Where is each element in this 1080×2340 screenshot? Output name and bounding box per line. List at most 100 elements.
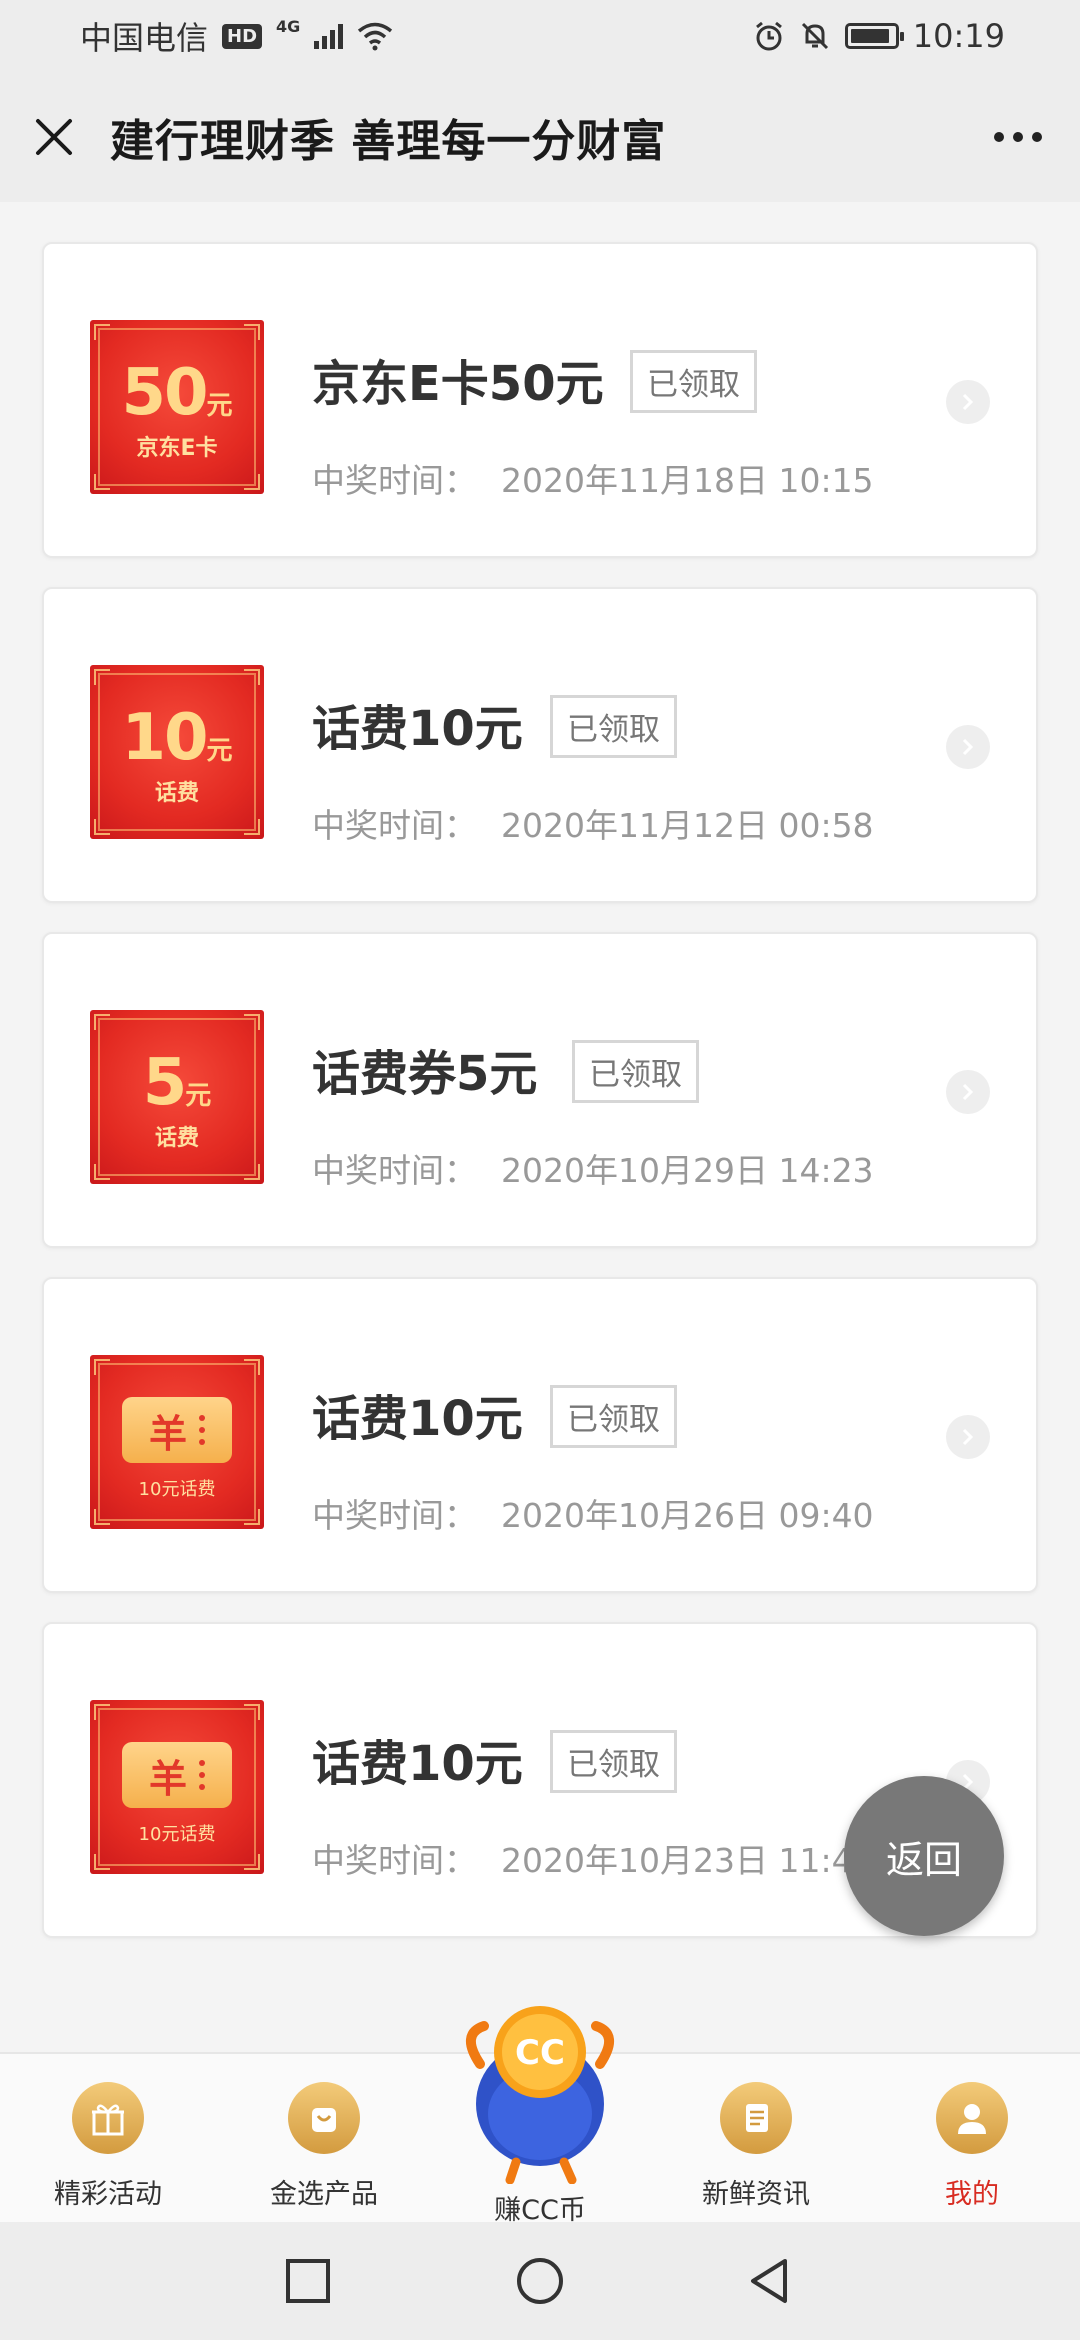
win-time-value: 2020年10月26日 09:40 (501, 1496, 874, 1535)
status-badge: 已领取 (550, 695, 677, 758)
prize-name: 话费券5元 (312, 1046, 538, 1102)
prize-image-number: 50 (121, 356, 208, 430)
tab-label: 新鲜资讯 (702, 2179, 810, 2210)
win-time-label: 中奖时间： (312, 461, 477, 500)
win-time-label: 中奖时间： (312, 1151, 477, 1190)
prize-card[interactable]: 50元 京东E卡 京东E卡50元 已领取 中奖时间： 2020年11月18日 10… (42, 242, 1038, 558)
frame-corner (244, 1359, 260, 1375)
prize-image-number: 10 (121, 701, 208, 775)
status-badge: 已领取 (550, 1385, 677, 1448)
frame-corner (94, 1704, 110, 1720)
prize-image-label: 京东E卡 (136, 436, 218, 461)
battery-icon (844, 23, 904, 49)
win-time: 中奖时间： 2020年10月29日 14:23 (312, 1144, 874, 1192)
win-time-label: 中奖时间： (312, 806, 477, 845)
prize-name: 话费10元 (312, 701, 523, 757)
status-bar: 中国电信 HD 4G 10:19 (0, 0, 1080, 72)
home-icon[interactable] (515, 2256, 565, 2306)
bottom-tab-bar: 精彩活动 金选产品 CC 赚CC币 新鲜资讯 我的 (0, 2006, 1080, 2226)
frame-corner (94, 1164, 110, 1180)
prize-image-amount: 50元 (90, 356, 264, 430)
title-bar: 建行理财季 善理每一分财富 (0, 72, 1080, 202)
frame-corner (244, 1509, 260, 1525)
page-title: 建行理财季 善理每一分财富 (110, 116, 667, 167)
alarm-icon (755, 21, 782, 51)
gift-icon (72, 2082, 144, 2154)
ticket-symbol: 羊 (148, 1411, 187, 1456)
hd-badge: HD (222, 23, 263, 49)
recent-apps-icon[interactable] (283, 2256, 333, 2306)
prize-card[interactable]: 5元 话费 话费券5元 已领取 中奖时间： 2020年10月29日 14:23 (42, 932, 1038, 1248)
ticket-dot (199, 1772, 205, 1778)
prize-image-label: 话费 (154, 1126, 199, 1151)
prize-image-jd-card: 50元 京东E卡 (90, 320, 264, 494)
ticket-dots (199, 1415, 205, 1445)
prize-card[interactable]: 羊 10元话费 话费10元 已领取 中奖时间： 2020年10月26日 09:40 (42, 1277, 1038, 1593)
bag-icon (288, 2082, 360, 2154)
tab-activities[interactable]: 精彩活动 (8, 2082, 208, 2211)
prize-image-label: 话费 (154, 781, 199, 806)
mascot-text: CC (515, 2033, 565, 2073)
system-nav-bar (0, 2222, 1080, 2340)
mute-icon (801, 22, 828, 50)
tab-mine[interactable]: 我的 (872, 2082, 1072, 2211)
ticket-symbol: 羊 (148, 1756, 187, 1801)
cc-mascot-icon[interactable]: CC (440, 1994, 640, 2184)
win-time-value: 2020年11月12日 00:58 (501, 806, 874, 845)
more-dot (1032, 132, 1042, 142)
win-time: 中奖时间： 2020年11月12日 00:58 (312, 799, 874, 847)
ticket-graphic: 羊 (122, 1397, 232, 1463)
win-time-value: 2020年10月29日 14:23 (501, 1151, 874, 1190)
status-left: 中国电信 HD 4G (80, 13, 393, 59)
detail-arrow-button[interactable] (946, 1415, 990, 1459)
close-button[interactable] (28, 111, 80, 163)
prize-image-unit: 元 (185, 1081, 212, 1111)
detail-arrow-button[interactable] (946, 1070, 990, 1114)
frame-corner (244, 324, 260, 340)
tab-label: 我的 (945, 2179, 999, 2210)
prize-image-phone-ticket: 羊 10元话费 (90, 1355, 264, 1529)
frame-corner (94, 1509, 110, 1525)
frame-corner (244, 1164, 260, 1180)
prize-name: 话费10元 (312, 1736, 523, 1792)
user-icon (936, 2082, 1008, 2154)
win-time-value: 2020年11月18日 10:15 (501, 461, 874, 500)
news-icon (720, 2082, 792, 2154)
more-button[interactable] (984, 122, 1052, 152)
battery-level (850, 29, 889, 43)
status-badge: 已领取 (630, 350, 757, 413)
ticket-dot (199, 1784, 205, 1790)
prize-image-amount: 10元 (90, 701, 264, 775)
win-time: 中奖时间： 2020年11月18日 10:15 (312, 454, 874, 502)
detail-arrow-button[interactable] (946, 725, 990, 769)
back-button[interactable]: 返回 (844, 1776, 1004, 1936)
frame-corner (244, 1704, 260, 1720)
prize-card[interactable]: 10元 话费 话费10元 已领取 中奖时间： 2020年11月12日 00:58 (42, 587, 1038, 903)
prize-name: 话费10元 (312, 1391, 523, 1447)
prize-image-unit: 元 (206, 391, 233, 421)
status-right: 10:19 (753, 17, 1005, 55)
status-badge: 已领取 (550, 1730, 677, 1793)
frame-corner (94, 324, 110, 340)
close-icon (36, 119, 72, 155)
tab-products[interactable]: 金选产品 (224, 2082, 424, 2211)
prize-image-number: 5 (142, 1046, 188, 1120)
status-badge: 已领取 (572, 1040, 699, 1103)
back-nav-icon[interactable] (745, 2256, 795, 2306)
detail-arrow-button[interactable] (946, 380, 990, 424)
tab-label: 金选产品 (270, 2179, 378, 2210)
frame-corner (244, 669, 260, 685)
prize-name: 京东E卡50元 (312, 356, 604, 412)
tab-news[interactable]: 新鲜资讯 (656, 2082, 856, 2211)
chevron-right-icon (962, 1428, 974, 1446)
frame-corner (94, 819, 110, 835)
frame-corner (94, 1014, 110, 1030)
chevron-right-icon (962, 1083, 974, 1101)
prize-image-label: 10元话费 (138, 1479, 216, 1500)
more-dot (1013, 132, 1023, 142)
prize-image-phone-voucher: 5元 话费 (90, 1010, 264, 1184)
win-time-label: 中奖时间： (312, 1496, 477, 1535)
frame-corner (244, 1854, 260, 1870)
frame-corner (244, 474, 260, 490)
frame-corner (94, 669, 110, 685)
